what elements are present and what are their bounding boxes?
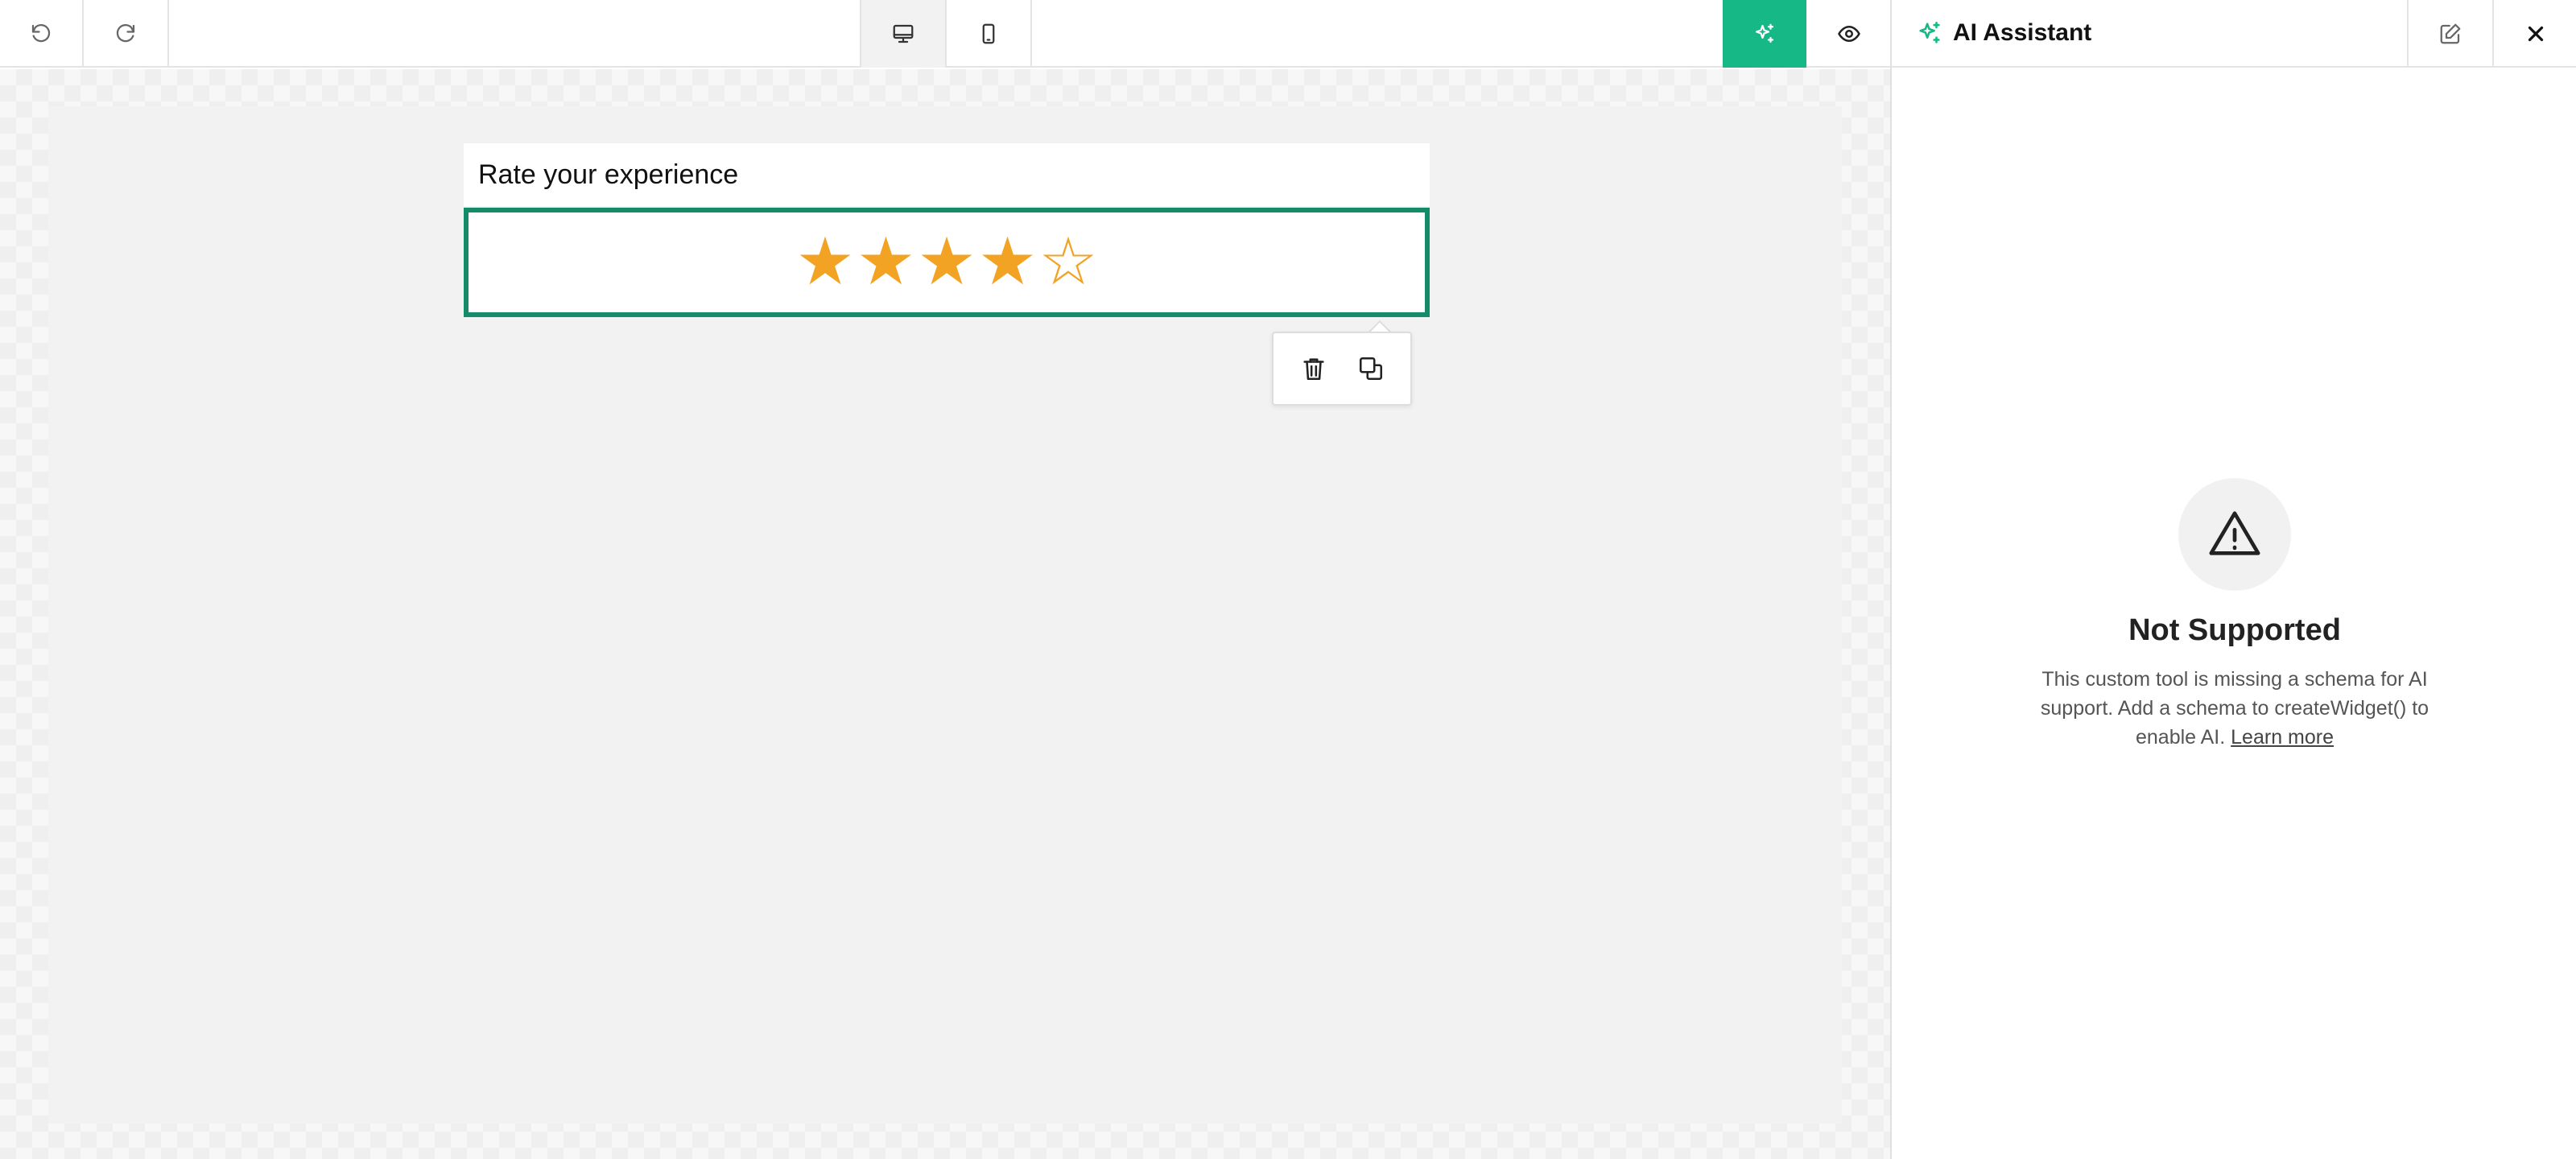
sparkles-icon xyxy=(1919,21,1940,43)
redo-icon xyxy=(116,23,135,43)
new-chat-button[interactable] xyxy=(2409,0,2492,68)
block-actions-popover xyxy=(1272,332,1412,406)
learn-more-link[interactable]: Learn more xyxy=(2231,726,2334,749)
star-rating-widget[interactable]: ★ ★ ★ ★ ☆ xyxy=(464,208,1430,317)
trash-icon xyxy=(1302,358,1324,381)
form-title-block[interactable]: Rate your experience xyxy=(464,143,1430,206)
ai-assistant-panel: AI Assistant Not Supported This custom t… xyxy=(1890,0,2576,1159)
duplicate-block-button[interactable] xyxy=(1348,346,1393,391)
delete-block-button[interactable] xyxy=(1291,346,1336,391)
sparkles-icon xyxy=(1755,23,1774,43)
desktop-icon xyxy=(893,24,914,43)
star-filled-icon[interactable]: ★ xyxy=(795,229,855,295)
editor-toolbar xyxy=(0,0,1890,68)
eye-icon xyxy=(1838,26,1860,42)
star-rating[interactable]: ★ ★ ★ ★ ☆ xyxy=(795,229,1098,295)
star-empty-icon[interactable]: ☆ xyxy=(1038,229,1098,295)
star-filled-icon[interactable]: ★ xyxy=(857,229,916,295)
close-icon xyxy=(2528,26,2544,42)
status-description: This custom tool is missing a schema for… xyxy=(2021,665,2449,752)
preview-button[interactable] xyxy=(1808,0,1890,68)
panel-header: AI Assistant xyxy=(1892,0,2576,68)
warning-icon xyxy=(2209,511,2260,555)
warning-badge xyxy=(2178,478,2291,591)
status-title: Not Supported xyxy=(2128,613,2341,647)
desktop-view-button[interactable] xyxy=(861,0,945,68)
duplicate-icon xyxy=(1359,357,1382,381)
form-title: Rate your experience xyxy=(478,159,739,190)
star-filled-icon[interactable]: ★ xyxy=(917,229,976,295)
undo-button[interactable] xyxy=(0,0,82,68)
mobile-icon xyxy=(982,23,995,44)
ai-assistant-button[interactable] xyxy=(1723,0,1806,68)
panel-title: AI Assistant xyxy=(1953,19,2092,46)
mobile-view-button[interactable] xyxy=(947,0,1030,68)
redo-button[interactable] xyxy=(84,0,167,68)
undo-icon xyxy=(31,23,51,43)
edit-icon xyxy=(2440,23,2461,44)
star-filled-icon[interactable]: ★ xyxy=(978,229,1038,295)
close-panel-button[interactable] xyxy=(2494,0,2576,68)
